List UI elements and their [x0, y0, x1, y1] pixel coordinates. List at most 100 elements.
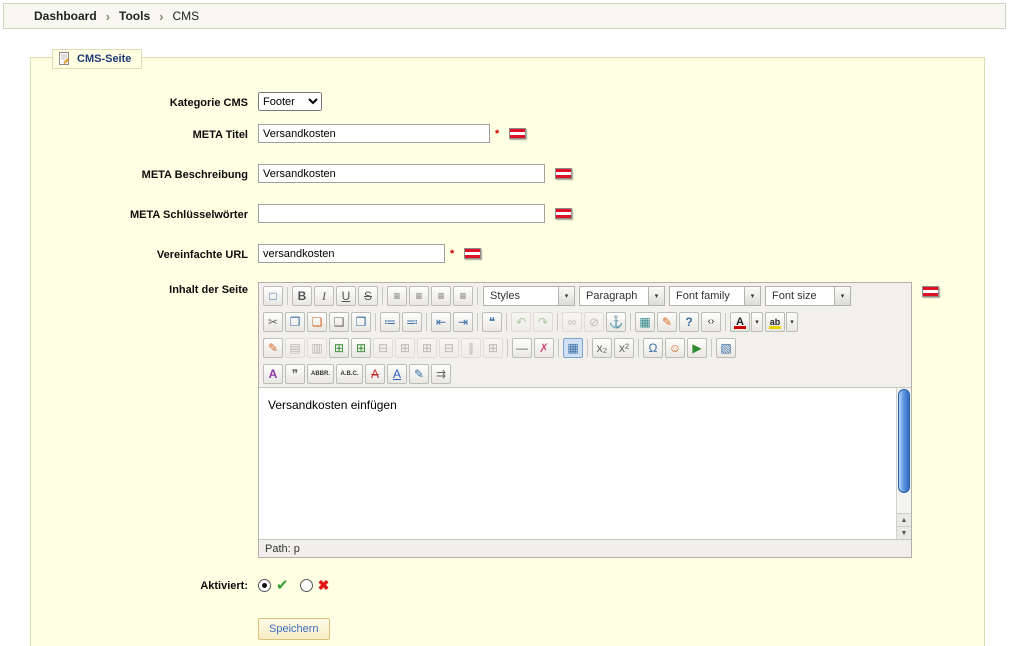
media-button[interactable]: ▶: [687, 338, 707, 358]
vereinfachte-url-label: Vereinfachte URL: [156, 248, 248, 261]
align-left-button[interactable]: ≡: [387, 286, 407, 306]
insert-col-before-button[interactable]: ⊞: [395, 338, 415, 358]
meta-titel-input[interactable]: [258, 124, 490, 143]
breadcrumb-cms: CMS: [172, 9, 200, 23]
link-button[interactable]: ∞: [562, 312, 582, 332]
vereinfachte-url-input[interactable]: [258, 244, 445, 263]
style-props-button[interactable]: A: [263, 364, 283, 384]
scrollbar-track[interactable]: [897, 494, 911, 513]
outdent-button[interactable]: ⇤: [431, 312, 451, 332]
scrollbar-thumb[interactable]: [898, 389, 910, 493]
align-right-button[interactable]: ≡: [431, 286, 451, 306]
blockquote-button[interactable]: ❝: [482, 312, 502, 332]
breadcrumb-tools[interactable]: Tools: [119, 9, 150, 23]
panel-legend: CMS-Seite: [52, 49, 143, 69]
help-button[interactable]: ?: [679, 312, 699, 332]
delete-col-button[interactable]: ⊟: [439, 338, 459, 358]
toolbar-separator: [630, 313, 631, 331]
acronym-button[interactable]: A.B.C.: [336, 364, 363, 384]
html-code-button[interactable]: ‹›: [701, 312, 721, 332]
font-size-select[interactable]: Font size ▾: [765, 286, 851, 306]
bold-button[interactable]: B: [292, 286, 312, 306]
toolbar-separator: [375, 313, 376, 331]
align-justify-button[interactable]: ≡: [453, 286, 473, 306]
editor-content-area: Versandkosten einfügen ▲ ▼: [259, 387, 911, 539]
charmap-button[interactable]: Ω: [643, 338, 663, 358]
ltr-button[interactable]: ⇉: [431, 364, 451, 384]
del-button[interactable]: A: [365, 364, 385, 384]
merge-cells-button[interactable]: ⊞: [483, 338, 503, 358]
remove-format-button[interactable]: ✗: [534, 338, 554, 358]
indent-button[interactable]: ⇥: [453, 312, 473, 332]
subscript-button[interactable]: x₂: [592, 338, 612, 358]
breadcrumb: Dashboard › Tools › CMS: [3, 3, 1006, 29]
paste-from-word-button[interactable]: ❒: [351, 312, 371, 332]
cross-icon: ✖: [317, 576, 330, 593]
insert-col-after-button[interactable]: ⊞: [417, 338, 437, 358]
editor-toolbar-row-1: □ B I U S ≡ ≡ ≡ ≡ Styles ▾ Paragraph ▾ Font fami…: [259, 283, 911, 309]
aktiviert-radio-no[interactable]: [299, 578, 313, 592]
superscript-button[interactable]: x²: [614, 338, 634, 358]
abbreviation-button[interactable]: ABBR.: [307, 364, 334, 384]
split-cells-button[interactable]: ∥: [461, 338, 481, 358]
copy-button[interactable]: ❐: [285, 312, 305, 332]
toolbar-separator: [426, 313, 427, 331]
underline-button[interactable]: U: [336, 286, 356, 306]
insert-row-before-button[interactable]: ⊞: [329, 338, 349, 358]
flag-austria-icon: [509, 128, 527, 139]
meta-beschreibung-input[interactable]: [258, 164, 545, 183]
editor-path: Path: p: [265, 542, 300, 555]
delete-row-button[interactable]: ⊟: [373, 338, 393, 358]
page-edit-button[interactable]: ✎: [263, 338, 283, 358]
ins-button[interactable]: A: [387, 364, 407, 384]
font-color-button[interactable]: A: [730, 312, 750, 332]
italic-button[interactable]: I: [314, 286, 334, 306]
cleanup-button[interactable]: ✎: [657, 312, 677, 332]
scroll-up-icon[interactable]: ▲: [897, 513, 911, 526]
horizontal-rule-button[interactable]: —: [512, 338, 532, 358]
toolbar-separator: [711, 339, 712, 357]
visual-aid-button[interactable]: ▦: [563, 338, 583, 358]
redo-button[interactable]: ↷: [533, 312, 553, 332]
paragraph-select[interactable]: Paragraph ▾: [579, 286, 665, 306]
flag-austria-icon: [555, 208, 572, 219]
image-button[interactable]: ▦: [635, 312, 655, 332]
highlight-color-arrow[interactable]: ▾: [786, 312, 798, 332]
undo-button[interactable]: ↶: [511, 312, 531, 332]
unlink-button[interactable]: ⊘: [584, 312, 604, 332]
chevron-down-icon: ▾: [834, 287, 850, 305]
emotions-button[interactable]: ☺: [665, 338, 685, 358]
cut-button[interactable]: ✂: [263, 312, 283, 332]
scroll-down-icon[interactable]: ▼: [897, 526, 911, 539]
save-button[interactable]: Speichern: [258, 618, 330, 640]
paste-button[interactable]: ❏: [307, 312, 327, 332]
editor-toolbar-row-4: A ❞ ABBR. A.B.C. A A ✎ ⇉: [259, 361, 911, 387]
bullet-list-button[interactable]: ≔: [380, 312, 400, 332]
meta-schluesselwoerter-input[interactable]: [258, 204, 545, 223]
template-button[interactable]: ▧: [716, 338, 736, 358]
strikethrough-button[interactable]: S: [358, 286, 378, 306]
aktiviert-radio-yes[interactable]: [258, 578, 271, 592]
align-center-button[interactable]: ≡: [409, 286, 429, 306]
font-color-arrow[interactable]: ▾: [751, 312, 763, 332]
anchor-button[interactable]: ⚓: [606, 312, 626, 332]
new-document-button[interactable]: □: [263, 286, 283, 306]
chevron-right-icon: ›: [159, 8, 164, 24]
editor-scrollbar[interactable]: ▲ ▼: [896, 388, 911, 539]
toolbar-separator: [507, 339, 508, 357]
table-cell-props-button[interactable]: ▥: [307, 338, 327, 358]
attributes-button[interactable]: ✎: [409, 364, 429, 384]
editor-text[interactable]: Versandkosten einfügen: [259, 388, 896, 539]
kategorie-cms-select[interactable]: Footer: [258, 92, 322, 111]
numbered-list-button[interactable]: ≕: [402, 312, 422, 332]
breadcrumb-dashboard[interactable]: Dashboard: [34, 9, 97, 23]
highlight-color-button[interactable]: ab: [765, 312, 785, 332]
toolbar-separator: [477, 313, 478, 331]
styles-select[interactable]: Styles ▾: [483, 286, 575, 306]
paste-as-text-button[interactable]: ❑: [329, 312, 349, 332]
cms-panel: CMS-Seite Kategorie CMS Footer META Tite…: [30, 49, 985, 646]
insert-row-after-button[interactable]: ⊞: [351, 338, 371, 358]
font-family-select[interactable]: Font family ▾: [669, 286, 761, 306]
table-row-props-button[interactable]: ▤: [285, 338, 305, 358]
cite-button[interactable]: ❞: [285, 364, 305, 384]
